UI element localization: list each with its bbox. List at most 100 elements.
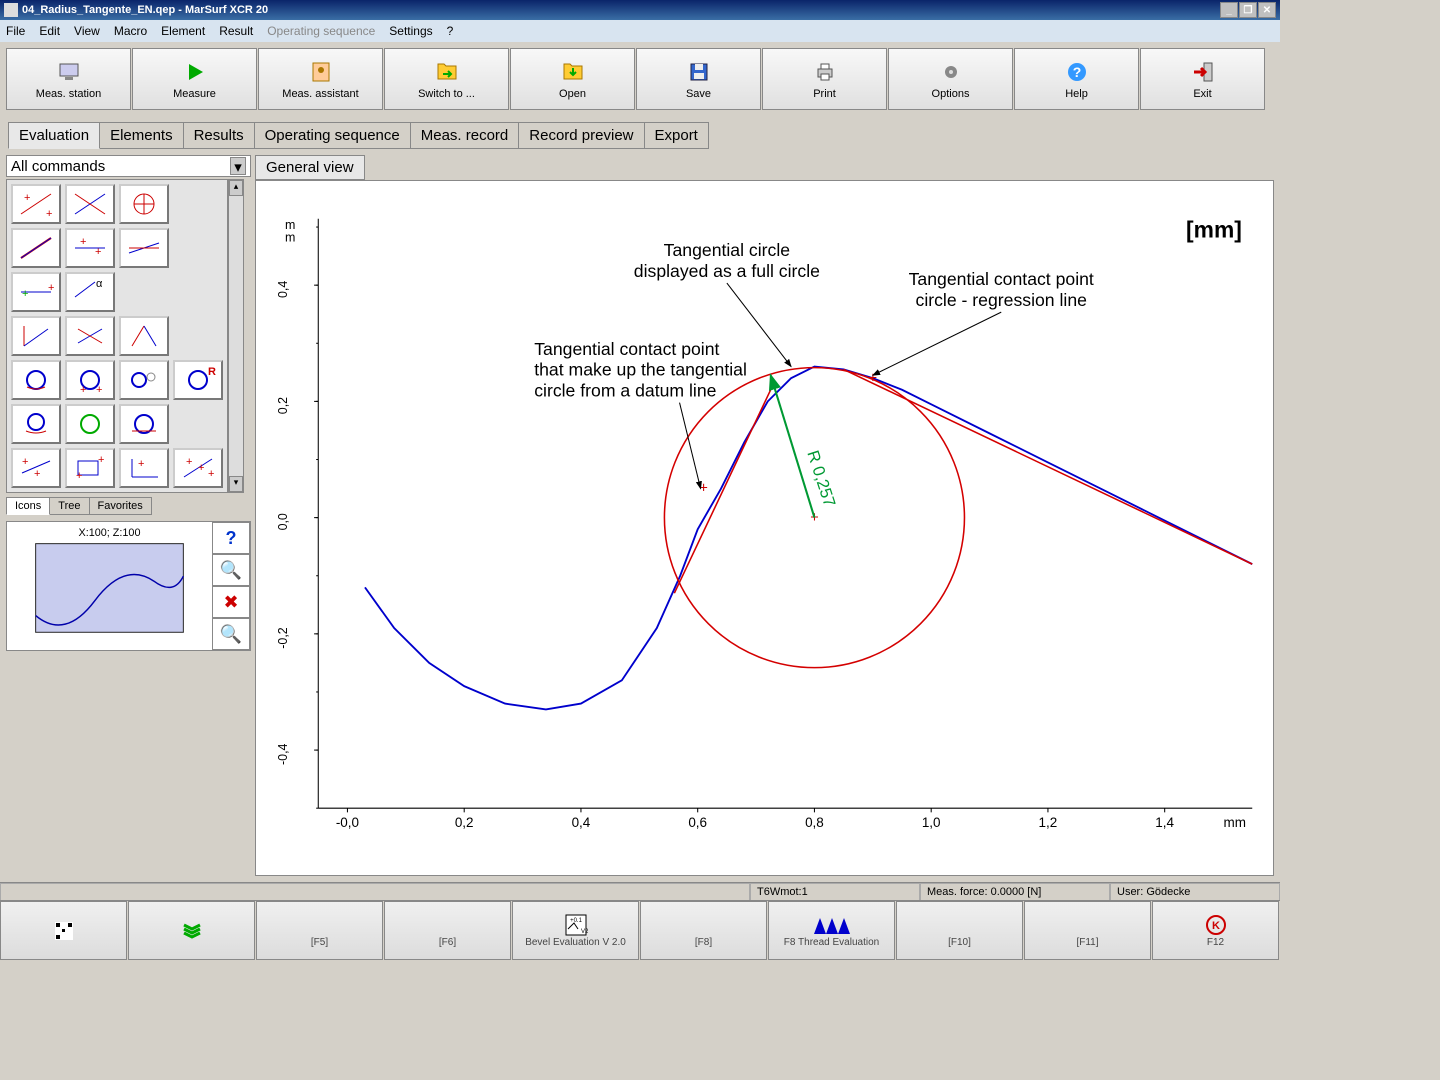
palette-icon-25[interactable]: ++: [11, 448, 61, 488]
palette-icon-1[interactable]: ++: [11, 184, 61, 224]
palette-icon-23[interactable]: [119, 404, 169, 444]
palette-icon-22[interactable]: [65, 404, 115, 444]
menu-result[interactable]: Result: [219, 24, 253, 38]
tab-measrecord[interactable]: Meas. record: [410, 122, 520, 149]
svg-text:R: R: [208, 366, 216, 378]
fkey-6[interactable]: [F6]: [384, 901, 511, 960]
status-bar: T6Wmot:1 Meas. force: 0.0000 [N] User: G…: [0, 882, 1280, 900]
toolbar-switchto-button[interactable]: Switch to ...: [384, 48, 509, 110]
palette-icon-7[interactable]: [119, 228, 169, 268]
menu-[interactable]: ?: [447, 24, 454, 38]
svg-text:K: K: [1212, 920, 1220, 932]
toolbar-options-button[interactable]: Options: [888, 48, 1013, 110]
palette-icon-20[interactable]: R: [173, 360, 223, 400]
palette-icon-3[interactable]: [119, 184, 169, 224]
zoom-reset-button[interactable]: ✖: [212, 586, 250, 618]
fkey-12[interactable]: K F12: [1152, 901, 1279, 960]
svg-text:+: +: [810, 510, 818, 526]
zoom-area-button[interactable]: 🔍: [212, 554, 250, 586]
preview-tools: ? 🔍 ✖ 🔍: [212, 522, 250, 650]
tab-elements[interactable]: Elements: [99, 122, 184, 149]
palette-icon-17[interactable]: [11, 360, 61, 400]
minimize-button[interactable]: _: [1220, 2, 1238, 18]
toolbar-measure-button[interactable]: Measure: [132, 48, 257, 110]
preview-help-button[interactable]: ?: [212, 522, 250, 554]
scroll-down-icon[interactable]: ▾: [229, 476, 243, 492]
menu-settings[interactable]: Settings: [389, 24, 432, 38]
palette-tab-icons[interactable]: Icons: [6, 497, 50, 515]
chevron-down-icon[interactable]: ▾: [230, 157, 246, 175]
palette-icon-26[interactable]: ++: [65, 448, 115, 488]
commands-dropdown[interactable]: All commands ▾: [6, 155, 251, 177]
tab-export[interactable]: Export: [644, 122, 709, 149]
toolbar-open-button[interactable]: Open: [510, 48, 635, 110]
fkey-5[interactable]: [F5]: [256, 901, 383, 960]
fkey-11[interactable]: [F11]: [1024, 901, 1151, 960]
palette-tab-tree[interactable]: Tree: [49, 497, 89, 515]
menu-file[interactable]: File: [6, 24, 25, 38]
svg-text:+: +: [48, 282, 54, 294]
close-button[interactable]: ✕: [1258, 2, 1276, 18]
fkey-8[interactable]: [F8]: [640, 901, 767, 960]
palette-icon-18[interactable]: ++: [65, 360, 115, 400]
general-view-tab[interactable]: General view: [255, 155, 365, 180]
palette-icon-28[interactable]: +++: [173, 448, 223, 488]
toolbar-exit-button[interactable]: Exit: [1140, 48, 1265, 110]
maximize-button[interactable]: ❐: [1239, 2, 1257, 18]
printer-icon: [811, 58, 839, 86]
fkey-3[interactable]: [0, 901, 127, 960]
palette-tabs: IconsTreeFavorites: [6, 497, 251, 515]
palette-icon-13[interactable]: [11, 316, 61, 356]
toolbar-save-button[interactable]: Save: [636, 48, 761, 110]
menu-macro[interactable]: Macro: [114, 24, 147, 38]
scroll-up-icon[interactable]: ▴: [229, 180, 243, 196]
toolbar-measassistant-button[interactable]: Meas. assistant: [258, 48, 383, 110]
chart-area[interactable]: mm0,40,20,0-0,2-0,4-0,00,20,40,60,81,01,…: [255, 180, 1274, 876]
palette-icon-19[interactable]: [119, 360, 169, 400]
palette-tab-favorites[interactable]: Favorites: [89, 497, 152, 515]
svg-text:[mm]: [mm]: [1186, 216, 1242, 242]
magnify-cancel-icon: ✖: [223, 592, 238, 613]
menu-view[interactable]: View: [74, 24, 100, 38]
folder-switch-icon: [433, 58, 461, 86]
menu-edit[interactable]: Edit: [39, 24, 60, 38]
scroll-track[interactable]: [229, 196, 243, 476]
toolbar-help-button[interactable]: ?Help: [1014, 48, 1139, 110]
fkey-label: F12: [1207, 937, 1224, 948]
palette-icon-9[interactable]: ++: [11, 272, 61, 312]
svg-text:mm: mm: [1224, 815, 1246, 830]
qr-icon: [52, 919, 76, 943]
palette-icon-10[interactable]: α: [65, 272, 115, 312]
palette-icon-2[interactable]: [65, 184, 115, 224]
toolbar-print-button[interactable]: Print: [762, 48, 887, 110]
svg-text:displayed as a full circle: displayed as a full circle: [634, 261, 820, 281]
palette-icon-14[interactable]: [65, 316, 115, 356]
fkey-10[interactable]: [F10]: [896, 901, 1023, 960]
palette-icon-6[interactable]: ++: [65, 228, 115, 268]
palette-icon-5[interactable]: [11, 228, 61, 268]
toolbar-measstation-button[interactable]: Meas. station: [6, 48, 131, 110]
fkey-7[interactable]: +0.1V2Bevel Evaluation V 2.0: [512, 901, 639, 960]
svg-text:0,8: 0,8: [805, 815, 824, 830]
assistant-icon: [307, 58, 335, 86]
fkey-9[interactable]: F8 Thread Evaluation: [768, 901, 895, 960]
tab-operatingsequence[interactable]: Operating sequence: [254, 122, 411, 149]
palette-icon-21[interactable]: [11, 404, 61, 444]
svg-text:+: +: [138, 458, 144, 470]
menu-element[interactable]: Element: [161, 24, 205, 38]
fkey-4[interactable]: [128, 901, 255, 960]
menubar: File Edit View Macro Element Result Operating …: [0, 20, 1280, 42]
tab-recordpreview[interactable]: Record preview: [518, 122, 644, 149]
svg-text:0,2: 0,2: [455, 815, 474, 830]
menu-operatingsequence[interactable]: Operating sequence: [267, 24, 375, 38]
icon-palette-scrollbar[interactable]: ▴ ▾: [228, 179, 244, 493]
palette-icon-15[interactable]: [119, 316, 169, 356]
zoom-in-button[interactable]: 🔍: [212, 618, 250, 650]
palette-icon-27[interactable]: +: [119, 448, 169, 488]
folder-open-icon: [559, 58, 587, 86]
tab-results[interactable]: Results: [183, 122, 255, 149]
svg-text:+: +: [186, 456, 192, 468]
fkey-label: [F5]: [311, 937, 328, 948]
tab-evaluation[interactable]: Evaluation: [8, 122, 100, 149]
function-keys: [F5] [F6]+0.1V2Bevel Evaluation V 2.0[F8]…: [0, 900, 1280, 960]
